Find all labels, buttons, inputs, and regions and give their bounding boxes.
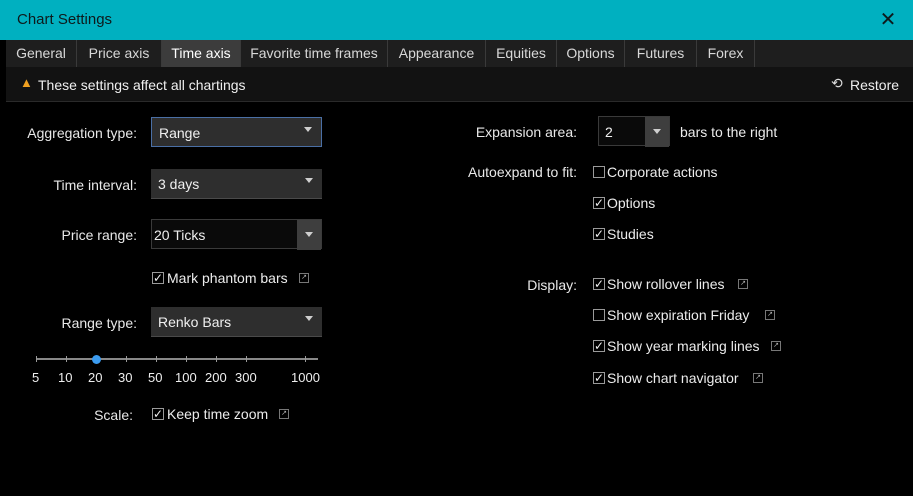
show-rollover-lines-checkbox[interactable]: ✓ [593, 278, 605, 290]
show-rollover-lines-label: Show rollover lines [607, 276, 725, 292]
time-interval-dropdown[interactable]: 3 days [151, 169, 322, 199]
aggregation-type-value: Range [159, 125, 201, 141]
slider-tick [126, 356, 127, 362]
popout-icon[interactable]: ↗ [771, 341, 781, 351]
slider-tick [216, 356, 217, 362]
slider-tick [186, 356, 187, 362]
slider-tick-label: 300 [235, 370, 257, 385]
time-interval-label: Time interval: [53, 177, 137, 193]
popout-icon[interactable]: ↗ [753, 373, 763, 383]
mark-phantom-bars-checkbox[interactable]: ✓ [152, 272, 164, 284]
slider-tick-label: 10 [58, 370, 73, 385]
chevron-down-icon [305, 232, 313, 237]
corporate-actions-checkbox[interactable] [593, 166, 605, 178]
popout-icon[interactable]: ↗ [738, 279, 748, 289]
tab-forex[interactable]: Forex [697, 40, 755, 67]
tab-options[interactable]: Options [557, 40, 625, 67]
price-range-combobox[interactable]: 20 Ticks [151, 219, 322, 250]
aggregation-type-dropdown[interactable]: Range [151, 117, 322, 147]
show-chart-navigator-label: Show chart navigator [607, 370, 739, 386]
tab-futures[interactable]: Futures [625, 40, 697, 67]
slider-tick-label: 30 [118, 370, 133, 385]
chevron-down-icon [305, 178, 313, 183]
price-range-dropdown-button[interactable] [297, 220, 321, 250]
autoexpand-label: Autoexpand to fit: [468, 164, 577, 180]
show-expiration-friday-checkbox[interactable] [593, 309, 605, 321]
keep-time-zoom-label: Keep time zoom [167, 406, 269, 422]
price-range-value: 20 Ticks [154, 227, 206, 243]
slider-tick [305, 356, 306, 362]
expansion-dropdown-button[interactable] [645, 117, 669, 147]
range-slider-track[interactable] [36, 358, 318, 360]
expansion-area-spinner[interactable]: 2 [598, 116, 670, 147]
show-year-marking-lines-checkbox[interactable]: ✓ [593, 340, 605, 352]
mark-phantom-bars-label: Mark phantom bars [167, 270, 288, 286]
expansion-suffix: bars to the right [680, 124, 778, 140]
window-title: Chart Settings [17, 11, 113, 28]
restore-button[interactable]: Restore [850, 77, 899, 93]
slider-tick-label: 100 [175, 370, 197, 385]
title-bar: Chart Settings ✕ [0, 0, 913, 40]
popout-icon[interactable]: ↗ [299, 273, 309, 283]
tab-appearance[interactable]: Appearance [388, 40, 486, 67]
show-chart-navigator-checkbox[interactable]: ✓ [593, 372, 605, 384]
show-expiration-friday-label: Show expiration Friday [607, 307, 750, 323]
range-type-dropdown[interactable]: Renko Bars [151, 307, 322, 337]
slider-tick-label: 5 [32, 370, 40, 385]
slider-tick [66, 356, 67, 362]
studies-checkbox[interactable]: ✓ [593, 228, 605, 240]
slider-tick [246, 356, 247, 362]
aggregation-type-label: Aggregation type: [27, 125, 137, 141]
notice-text: These settings affect all chartings [38, 77, 246, 93]
warning-icon: ▲ [20, 75, 33, 90]
range-type-value: Renko Bars [158, 314, 232, 330]
popout-icon[interactable]: ↗ [765, 310, 775, 320]
chevron-down-icon [304, 127, 312, 132]
time-interval-value: 3 days [158, 176, 200, 192]
tab-bar: General Price axis Time axis Favorite ti… [6, 40, 913, 67]
tab-time-axis[interactable]: Time axis [162, 40, 241, 67]
price-range-label: Price range: [61, 227, 137, 243]
slider-tick-label: 1000 [291, 370, 320, 385]
expansion-area-value: 2 [605, 124, 613, 140]
slider-tick-label: 50 [148, 370, 163, 385]
chevron-down-icon [305, 316, 313, 321]
expansion-area-label: Expansion area: [475, 124, 577, 140]
tab-equities[interactable]: Equities [486, 40, 557, 67]
options-label: Options [607, 195, 656, 211]
chevron-down-icon [653, 129, 661, 134]
options-checkbox[interactable]: ✓ [593, 197, 605, 209]
display-label: Display: [527, 277, 577, 293]
tab-price-axis[interactable]: Price axis [77, 40, 162, 67]
show-year-marking-lines-label: Show year marking lines [607, 338, 760, 354]
corporate-actions-label: Corporate actions [607, 164, 718, 180]
slider-tick-label: 200 [205, 370, 227, 385]
slider-tick-label: 20 [88, 370, 103, 385]
close-icon[interactable]: ✕ [876, 8, 900, 32]
scale-label: Scale: [94, 407, 133, 423]
studies-label: Studies [607, 226, 654, 242]
range-type-label: Range type: [61, 315, 138, 331]
notice-bar: ▲ These settings affect all chartings ⟲ … [6, 67, 913, 102]
tab-favorite-time-frames[interactable]: Favorite time frames [241, 40, 388, 67]
slider-tick [156, 356, 157, 362]
slider-tick [36, 356, 37, 362]
tab-general[interactable]: General [6, 40, 77, 67]
range-slider-thumb[interactable] [92, 355, 101, 364]
keep-time-zoom-checkbox[interactable]: ✓ [152, 408, 164, 420]
restore-icon[interactable]: ⟲ [831, 75, 843, 92]
popout-icon[interactable]: ↗ [279, 409, 289, 419]
